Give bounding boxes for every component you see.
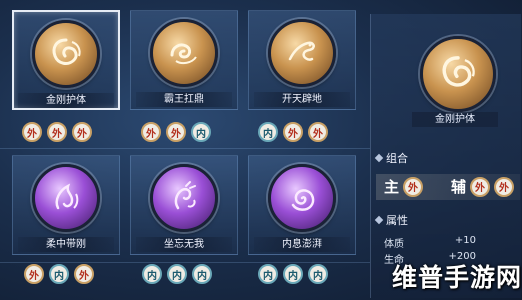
cloud-swirl-icon [150,19,218,87]
skill-name: 开天辟地 [254,92,350,107]
flame-swirl-icon [32,164,100,232]
attribute-badge: 外 [166,122,186,142]
vortex-icon [268,164,336,232]
attr-section-title: 属性 [374,212,408,228]
combo-main-label: 主 [384,178,400,196]
attribute-badge: 内 [49,264,69,284]
attribute-badge: 外 [308,122,328,142]
phoenix-swirl-icon [420,36,496,112]
attribute-badge: 外 [74,264,94,284]
skill-name: 霸王扛鼎 [136,92,232,107]
bird-swirl-icon [150,164,218,232]
skill-name: 柔中带刚 [18,237,114,252]
combo-title: 组合 [386,152,408,165]
stat-value: +10 [454,235,476,246]
attribute-badge: 内 [283,264,303,284]
phoenix-swirl-icon [32,20,100,88]
attribute-badge: 内 [308,264,328,284]
attribute-badge: 外 [24,264,44,284]
skill-name: 金刚护体 [18,93,114,108]
skill-badges-4: 外 内 外 [24,264,94,284]
combo-assist-label: 辅 [451,178,467,196]
skill-card-1[interactable]: 金刚护体 [12,10,120,110]
detail-skill-name: 金刚护体 [412,112,498,127]
attribute-badge: 外 [47,122,67,142]
attribute-badge: 内 [258,122,278,142]
attribute-badge: 内 [192,264,212,284]
attribute-badge: 外 [72,122,92,142]
skill-badges-1: 外 外 外 [22,122,92,142]
attribute-badge: 外 [494,176,515,197]
skill-card-6[interactable]: 内息澎湃 [248,155,356,255]
attribute-badge: 内 [191,122,211,142]
skill-name: 坐忘无我 [136,237,232,252]
combo-row: 主 外 辅 外 外 [384,176,515,197]
skill-card-3[interactable]: 开天辟地 [248,10,356,110]
watermark: 维普手游网 [392,263,522,292]
attribute-badge: 内 [142,264,162,284]
skill-badges-3: 内 外 外 [258,122,328,142]
skill-badges-5: 内 内 内 [142,264,212,284]
attribute-badge: 内 [258,264,278,284]
attribute-badge: 外 [470,176,491,197]
diamond-icon [374,215,384,225]
skill-badges-6: 内 内 内 [258,264,328,284]
skill-badges-2: 外 外 内 [141,122,211,142]
skill-name: 内息澎湃 [254,237,350,252]
attribute-badge: 外 [403,176,424,197]
skill-card-2[interactable]: 霸王扛鼎 [130,10,238,110]
attr-title: 属性 [386,214,408,227]
dragon-icon [268,19,336,87]
attribute-badge: 外 [141,122,161,142]
skill-card-4[interactable]: 柔中带刚 [12,155,120,255]
skill-card-5[interactable]: 坐忘无我 [130,155,238,255]
attribute-badge: 内 [167,264,187,284]
stat-label: 体质 [384,239,404,250]
attribute-badge: 外 [283,122,303,142]
stat-row: 体质 +10 [384,235,476,250]
combo-section-title: 组合 [374,150,408,166]
diamond-icon [374,153,384,163]
attribute-badge: 外 [22,122,42,142]
